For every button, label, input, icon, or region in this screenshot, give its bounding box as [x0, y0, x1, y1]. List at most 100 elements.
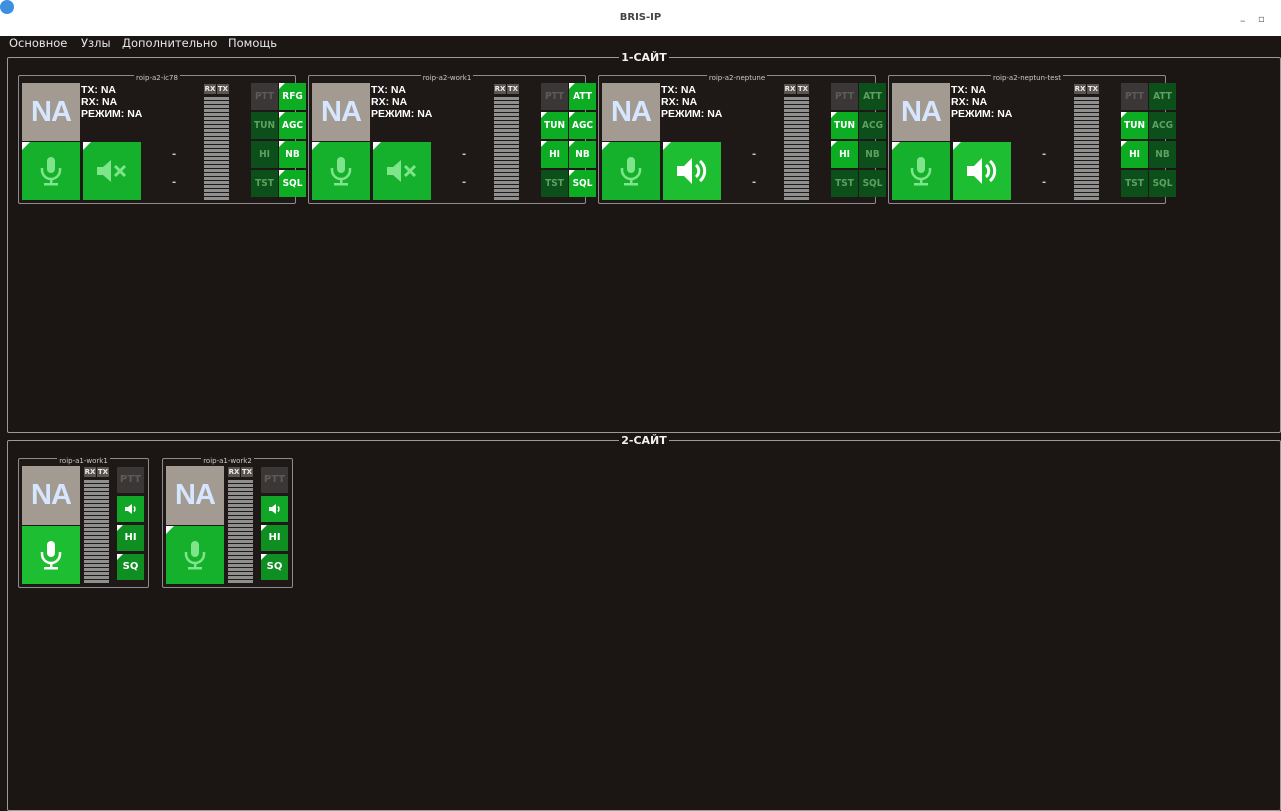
rx-status: RX: NA: [951, 96, 988, 108]
flag-sql-button[interactable]: SQL: [859, 170, 886, 197]
flag-hi-button[interactable]: HI: [541, 141, 568, 168]
flag-att-button[interactable]: ATT: [569, 83, 596, 110]
flag-tun-button[interactable]: TUN: [831, 112, 858, 139]
speaker-button[interactable]: [83, 142, 141, 200]
flag-tun-button[interactable]: TUN: [1121, 112, 1148, 139]
site-title: 1-САЙТ: [619, 51, 669, 64]
rx-status: RX: NA: [661, 96, 698, 108]
menu-item-nodes[interactable]: Узлы: [81, 36, 111, 51]
sq-button[interactable]: SQ: [117, 554, 144, 580]
flag-tun-button[interactable]: TUN: [251, 112, 278, 139]
flag-nb-button[interactable]: NB: [569, 141, 596, 168]
flag-nb-button[interactable]: NB: [859, 141, 886, 168]
flag-hi-button[interactable]: HI: [1121, 141, 1148, 168]
flag-tst-button[interactable]: TST: [541, 170, 568, 197]
node-status-na: NA: [22, 83, 80, 141]
node-title: roip-a2-neptun-test: [991, 74, 1063, 82]
flag-tst-button[interactable]: TST: [251, 170, 278, 197]
node-status-na: NA: [166, 466, 224, 525]
level-meter: [1074, 97, 1099, 201]
node-title: roip-a1-work1: [57, 457, 110, 465]
rx-value: -: [172, 149, 177, 160]
mode-status: РЕЖИМ: NA: [951, 108, 1013, 120]
speaker-button[interactable]: [953, 142, 1011, 200]
level-meter: [84, 480, 109, 584]
menu-bar: Основное Узлы Дополнительно Помощь: [0, 36, 1281, 51]
flag-nb-button[interactable]: NB: [1149, 141, 1176, 168]
ptt-button[interactable]: PTT: [261, 467, 288, 493]
window-title: BRIS-IP: [619, 12, 662, 23]
mode-status: РЕЖИМ: NA: [81, 108, 143, 120]
flag-agc-button[interactable]: AGC: [569, 112, 596, 139]
rx-meter-label: RX: [784, 84, 796, 94]
flag-sql-button[interactable]: SQL: [1149, 170, 1176, 197]
flag-hi-button[interactable]: HI: [251, 141, 278, 168]
flag-ptt-button[interactable]: PTT: [831, 83, 858, 110]
maximize-button[interactable]: ▫: [1258, 14, 1265, 25]
flag-acg-button[interactable]: ACG: [859, 112, 886, 139]
flag-ptt-button[interactable]: PTT: [251, 83, 278, 110]
flag-att-button[interactable]: ATT: [1149, 83, 1176, 110]
microphone-button[interactable]: [892, 142, 950, 200]
level-meter: [204, 97, 229, 201]
node-title: roip-a1-work2: [201, 457, 254, 465]
flag-att-button[interactable]: ATT: [859, 83, 886, 110]
flag-ptt-button[interactable]: PTT: [541, 83, 568, 110]
speaker-button[interactable]: [663, 142, 721, 200]
speaker-button[interactable]: [373, 142, 431, 200]
microphone-button[interactable]: [22, 142, 80, 200]
flag-acg-button[interactable]: ACG: [1149, 112, 1176, 139]
node-status-na: NA: [892, 83, 950, 141]
node-panel: roip-a1-work1 NA RX TX PTT HI SQ: [18, 457, 149, 588]
flag-ptt-button[interactable]: PTT: [1121, 83, 1148, 110]
node-panel: roip-a2-neptun-test NA TX: NA RX: NA РЕЖИМ: …: [888, 74, 1176, 204]
speaker-button[interactable]: [117, 496, 144, 522]
node-status-na: NA: [312, 83, 370, 141]
microphone-button[interactable]: [166, 526, 224, 584]
node-panel: roip-a2-neptune NA TX: NA RX: NA РЕЖИМ: NA - -…: [598, 74, 886, 204]
tx-meter-label: TX: [241, 467, 253, 477]
tx-meter-label: TX: [217, 84, 229, 94]
menu-item-main[interactable]: Основное: [9, 36, 67, 51]
node-status-na: NA: [602, 83, 660, 141]
window-titlebar: BRIS-IP – ▫: [0, 0, 1281, 36]
minimize-button[interactable]: –: [1240, 14, 1246, 27]
site-title: 2-САЙТ: [619, 434, 669, 447]
menu-item-help[interactable]: Помощь: [228, 36, 277, 51]
node-title: roip-a2-work1: [420, 74, 474, 82]
flag-tst-button[interactable]: TST: [831, 170, 858, 197]
tx-value: -: [752, 177, 757, 188]
rx-meter-label: RX: [494, 84, 506, 94]
flag-hi-button[interactable]: HI: [831, 141, 858, 168]
rx-status: RX: NA: [81, 96, 118, 108]
hi-button[interactable]: HI: [117, 525, 144, 551]
tx-status: TX: NA: [81, 84, 116, 96]
tx-meter-label: TX: [97, 467, 109, 477]
sq-button[interactable]: SQ: [261, 554, 288, 580]
rx-meter-label: RX: [228, 467, 240, 477]
node-title: roip-a2-ic78: [134, 74, 180, 82]
hi-button[interactable]: HI: [261, 525, 288, 551]
speaker-button[interactable]: [261, 496, 288, 522]
node-status-na: NA: [22, 466, 80, 525]
microphone-button[interactable]: [602, 142, 660, 200]
node-panel: roip-a1-work2 NA RX TX PTT HI SQ: [162, 457, 293, 588]
flag-tun-button[interactable]: TUN: [541, 112, 568, 139]
flag-tst-button[interactable]: TST: [1121, 170, 1148, 197]
microphone-button[interactable]: [312, 142, 370, 200]
flag-rfg-button[interactable]: RFG: [279, 83, 306, 110]
ptt-button[interactable]: PTT: [117, 467, 144, 493]
tx-status: TX: NA: [661, 84, 696, 96]
mode-status: РЕЖИМ: NA: [661, 108, 723, 120]
rx-status: RX: NA: [371, 96, 408, 108]
flag-agc-button[interactable]: AGC: [279, 112, 306, 139]
node-panel: roip-a2-work1 NA TX: NA RX: NA РЕЖИМ: NA - - RX…: [308, 74, 596, 204]
tx-meter-label: TX: [1087, 84, 1099, 94]
menu-item-additional[interactable]: Дополнительно: [122, 36, 217, 51]
flag-nb-button[interactable]: NB: [279, 141, 306, 168]
rx-value: -: [752, 149, 757, 160]
microphone-button[interactable]: [22, 526, 80, 584]
rx-value: -: [1042, 149, 1047, 160]
flag-sql-button[interactable]: SQL: [569, 170, 596, 197]
flag-sql-button[interactable]: SQL: [279, 170, 306, 197]
